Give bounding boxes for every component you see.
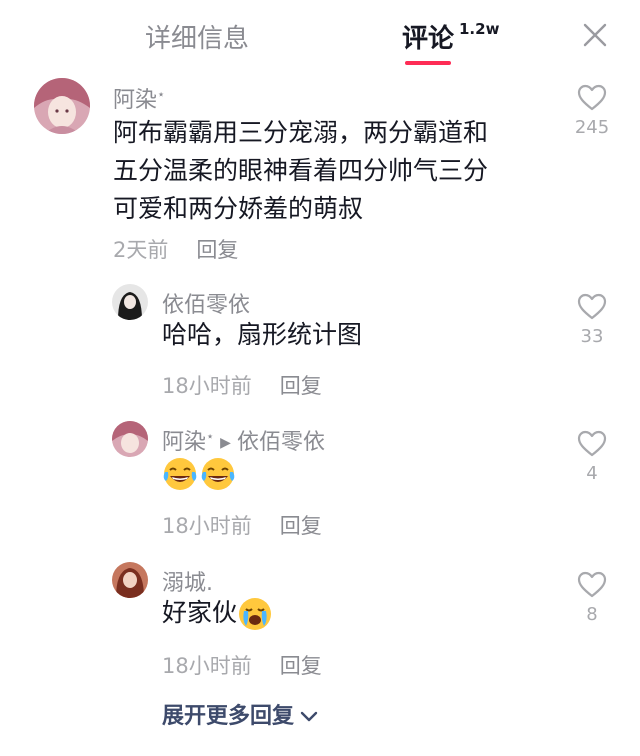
avatar[interactable] (112, 562, 148, 598)
reply-to-user: 依佰零依 (236, 430, 325, 455)
laughing-tears-emoji (163, 458, 197, 490)
reply-meta: 18小时前 回复 (162, 370, 322, 400)
expand-replies-label: 展开更多回复 (162, 704, 295, 729)
like-count: 8 (586, 604, 598, 625)
reply-time: 18小时前 (162, 374, 252, 398)
reply-emoji-content (162, 454, 238, 492)
comment-time: 2天前 (113, 238, 169, 262)
reply-button[interactable]: 回复 (196, 238, 238, 262)
reply-author[interactable]: 溺城. (162, 565, 213, 597)
heart-outline-icon (577, 293, 607, 320)
reply-text: 哈哈，扇形统计图 (162, 320, 363, 349)
like-button[interactable]: 8 (572, 571, 612, 625)
reply-arrow-icon: ▶ (220, 435, 231, 451)
tab-details[interactable]: 详细信息 (145, 18, 249, 55)
reply-meta: 18小时前 回复 (162, 510, 322, 540)
chevron-down-icon (300, 711, 318, 722)
reply-button[interactable]: 回复 (280, 654, 322, 678)
laughing-tears-emoji (201, 458, 235, 490)
like-button[interactable]: 33 (572, 293, 612, 347)
crying-face-emoji (239, 598, 272, 630)
like-button[interactable]: 245 (572, 84, 612, 138)
active-tab-indicator (405, 61, 451, 65)
avatar[interactable] (112, 284, 148, 320)
tab-comments[interactable]: 评论 (402, 18, 454, 55)
comment-author[interactable]: 阿染⋆ (113, 82, 165, 114)
like-button[interactable]: 4 (572, 430, 612, 484)
heart-outline-icon (577, 84, 607, 111)
comments-count-badge: 1.2w (459, 20, 500, 38)
comment-meta: 2天前 回复 (113, 234, 238, 264)
reply-time: 18小时前 (162, 514, 252, 538)
heart-outline-icon (577, 430, 607, 457)
avatar[interactable] (112, 421, 148, 457)
heart-outline-icon (577, 571, 607, 598)
reply-author[interactable]: 阿染⋆ ▶ 依佰零依 (162, 424, 325, 456)
reply-button[interactable]: 回复 (280, 514, 322, 538)
reply-text: 好家伙 (162, 594, 275, 632)
like-count: 4 (586, 463, 598, 484)
comment-text: 阿布霸霸用三分宠溺，两分霸道和 五分温柔的眼神看着四分帅气三分 可爱和两分娇羞的… (113, 118, 489, 223)
close-icon[interactable] (582, 22, 608, 48)
like-count: 33 (580, 326, 604, 347)
expand-replies-button[interactable]: 展开更多回复 (162, 698, 318, 730)
like-count: 245 (574, 117, 610, 138)
tab-bar: 详细信息 评论 1.2w (0, 0, 640, 72)
reply-time: 18小时前 (162, 654, 252, 678)
avatar[interactable] (34, 78, 90, 134)
reply-meta: 18小时前 回复 (162, 650, 322, 680)
reply-author[interactable]: 依佰零依 (162, 287, 250, 319)
reply-button[interactable]: 回复 (280, 374, 322, 398)
